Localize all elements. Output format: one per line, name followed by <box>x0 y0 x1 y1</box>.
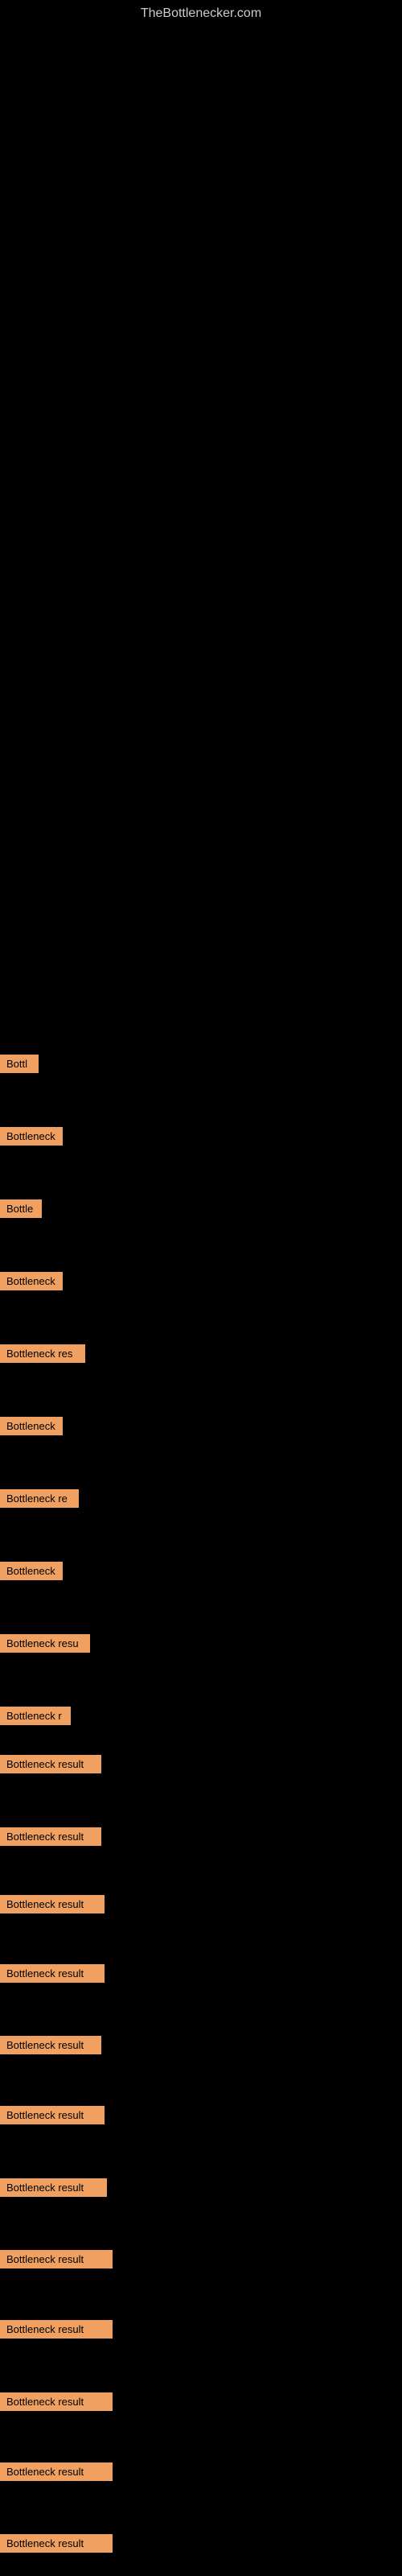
bottleneck-result-label: Bottleneck result <box>0 2036 101 2054</box>
bottleneck-result-label: Bottleneck result <box>0 1755 101 1773</box>
bottleneck-result-label: Bottleneck result <box>0 2534 113 2553</box>
bottleneck-result-label: Bottleneck result <box>0 2250 113 2268</box>
bottleneck-result-label: Bottleneck re <box>0 1489 79 1508</box>
bottleneck-result-label: Bottleneck result <box>0 2106 105 2124</box>
bottleneck-result-label: Bottleneck <box>0 1562 63 1580</box>
bottleneck-result-label: Bottleneck result <box>0 1964 105 1983</box>
bottleneck-result-label: Bottleneck result <box>0 2462 113 2481</box>
bottleneck-result-label: Bottleneck <box>0 1272 63 1290</box>
bottleneck-result-label: Bottleneck <box>0 1417 63 1435</box>
bottleneck-result-label: Bottle <box>0 1199 42 1218</box>
bottleneck-result-label: Bottleneck result <box>0 1895 105 1913</box>
bottleneck-result-label: Bottleneck result <box>0 2178 107 2197</box>
bottleneck-result-label: Bottl <box>0 1055 39 1073</box>
bottleneck-result-label: Bottleneck result <box>0 2392 113 2411</box>
bottleneck-result-label: Bottleneck r <box>0 1707 71 1725</box>
bottleneck-result-label: Bottleneck result <box>0 2320 113 2339</box>
bottleneck-result-label: Bottleneck resu <box>0 1634 90 1653</box>
bottleneck-result-label: Bottleneck <box>0 1127 63 1146</box>
bottleneck-result-label: Bottleneck res <box>0 1344 85 1363</box>
bottleneck-result-label: Bottleneck result <box>0 1827 101 1846</box>
site-title: TheBottlenecker.com <box>0 0 402 27</box>
